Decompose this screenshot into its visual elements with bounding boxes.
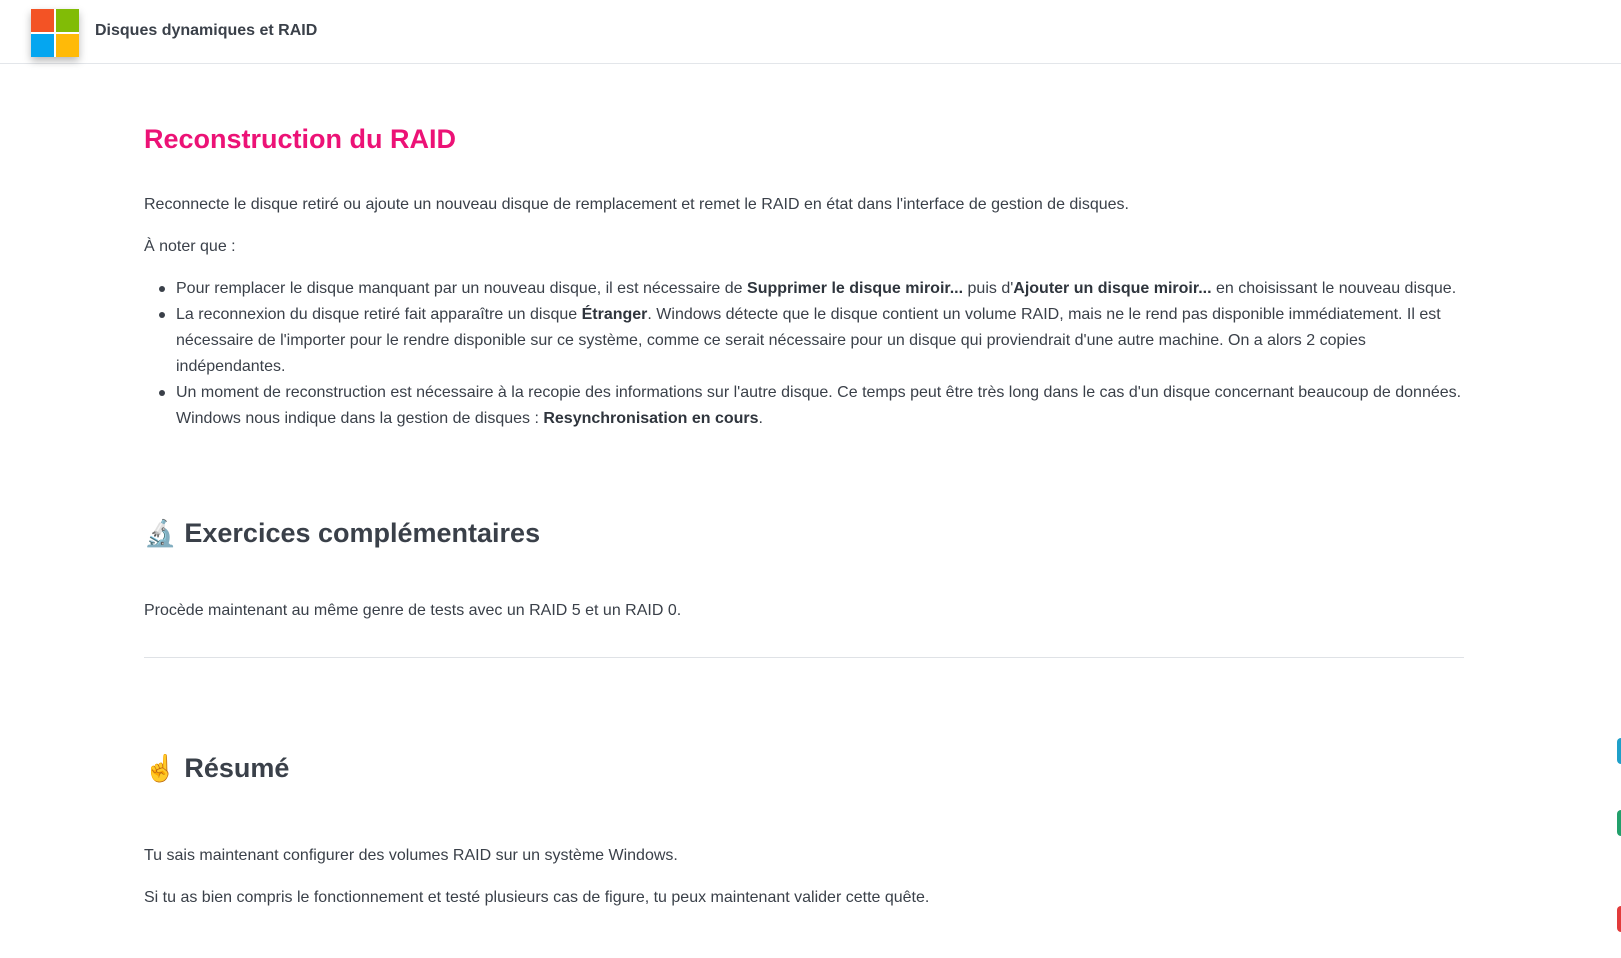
note-label: À noter que : [144, 238, 236, 255]
list-item: Pour remplacer le disque manquant par un… [144, 276, 1464, 302]
resume-heading: ☝️ Résumé [144, 753, 290, 784]
resume-paragraph-1: Tu sais maintenant configurer des volume… [144, 847, 678, 864]
microscope-icon: 🔬 [144, 519, 177, 549]
notes-list: Pour remplacer le disque manquant par un… [144, 276, 1464, 432]
exercices-text: Procède maintenant au même genre de test… [144, 602, 682, 619]
course-title[interactable]: Disques dynamiques et RAID [95, 22, 317, 40]
pointing-up-icon: ☝️ [144, 754, 177, 784]
windows-logo-icon[interactable] [31, 9, 79, 57]
reconstruction-heading: Reconstruction du RAID [144, 124, 457, 154]
side-widget-edge[interactable] [1617, 906, 1621, 932]
reconstruction-intro: Reconnecte le disque retiré ou ajoute un… [144, 196, 1129, 213]
resume-paragraph-2: Si tu as bien compris le fonctionnement … [144, 889, 930, 906]
top-bar: Disques dynamiques et RAID [0, 0, 1621, 64]
section-divider [144, 657, 1464, 658]
side-widget-edge[interactable] [1617, 810, 1621, 836]
list-item: Un moment de reconstruction est nécessai… [144, 380, 1464, 432]
side-widget-edge[interactable] [1617, 738, 1621, 764]
list-item: La reconnexion du disque retiré fait app… [144, 302, 1464, 380]
exercices-heading: 🔬 Exercices complémentaires [144, 518, 541, 549]
